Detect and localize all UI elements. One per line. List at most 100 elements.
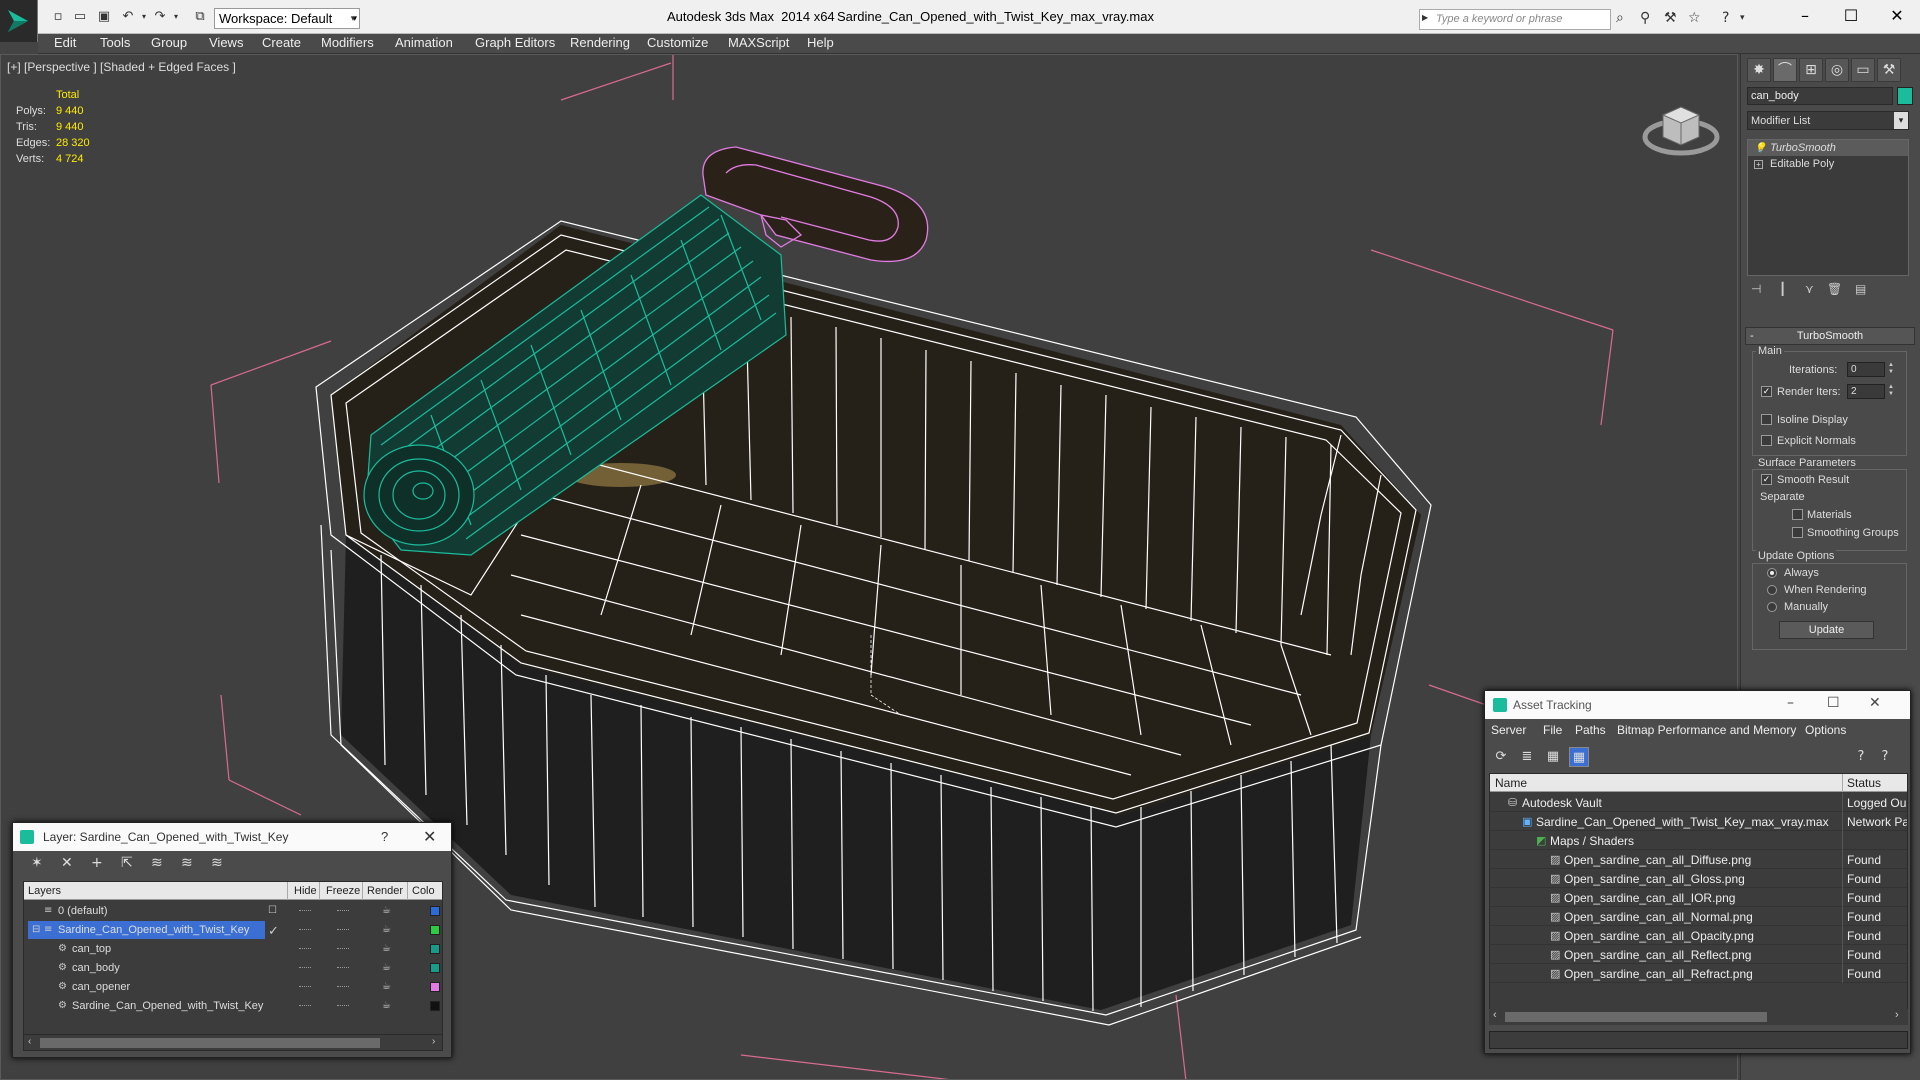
- spinner-arrows-icon[interactable]: ▲ ▼: [1886, 362, 1896, 377]
- workspace-menu-icon[interactable]: ▾: [346, 8, 360, 29]
- scroll-thumb[interactable]: [40, 1038, 380, 1048]
- freeze-toggle[interactable]: [337, 910, 349, 911]
- scroll-left-icon[interactable]: ‹: [1493, 1009, 1497, 1021]
- freeze-toggle[interactable]: [337, 929, 349, 930]
- utilities-tab-icon[interactable]: ⚒: [1877, 58, 1901, 82]
- redo-dropdown-icon[interactable]: ▾: [168, 10, 184, 24]
- menu-graph-editors[interactable]: Graph Editors: [475, 35, 555, 50]
- manually-radio[interactable]: [1767, 602, 1777, 612]
- expand-plus-icon[interactable]: +: [1754, 160, 1763, 169]
- collapse-icon[interactable]: ⊟: [32, 924, 40, 935]
- menu-modifiers[interactable]: Modifiers: [321, 35, 374, 50]
- layer-row-can-top[interactable]: ⚙ can_top ☕: [24, 940, 442, 959]
- hide-toggle[interactable]: [299, 910, 311, 911]
- menu-file[interactable]: File: [1543, 723, 1562, 737]
- maximize-icon[interactable]: ☐: [1827, 695, 1840, 711]
- always-radio[interactable]: [1767, 568, 1777, 578]
- freeze-toggle[interactable]: [337, 967, 349, 968]
- render-iters-checkbox[interactable]: ✓: [1761, 386, 1772, 397]
- col-status[interactable]: Status: [1847, 776, 1881, 790]
- create-layer-icon[interactable]: ✶: [31, 855, 43, 871]
- menu-rendering[interactable]: Rendering: [570, 35, 630, 50]
- active-layer-box-icon[interactable]: ☐: [268, 905, 277, 916]
- materials-checkbox[interactable]: [1792, 509, 1803, 520]
- scroll-left-icon[interactable]: ‹: [28, 1036, 31, 1047]
- list-view-icon[interactable]: ≣: [1517, 747, 1537, 767]
- favorites-star-icon[interactable]: ☆: [1688, 11, 1701, 25]
- hide-toggle[interactable]: [299, 986, 311, 987]
- menu-server[interactable]: Server: [1491, 723, 1526, 737]
- smooth-result-checkbox[interactable]: ✓: [1761, 474, 1772, 485]
- refresh-icon[interactable]: ⟳: [1491, 747, 1511, 767]
- help-dropdown-icon[interactable]: ▾: [1740, 11, 1745, 25]
- scroll-right-icon[interactable]: ›: [432, 1036, 435, 1047]
- active-layer-check-icon[interactable]: ✓: [268, 924, 279, 939]
- create-tab-icon[interactable]: ✸: [1747, 58, 1771, 82]
- project-folder-icon[interactable]: ⧉: [192, 10, 208, 24]
- update-button[interactable]: Update: [1779, 621, 1874, 639]
- open-file-icon[interactable]: ▭: [72, 10, 88, 24]
- asset-row-texture[interactable]: ▨ Open_sardine_can_all_IOR.png Found: [1490, 888, 1907, 907]
- hide-all-icon[interactable]: ≋: [181, 855, 193, 871]
- explicit-normals-checkbox[interactable]: [1761, 435, 1772, 446]
- minimize-icon[interactable]: –: [1782, 2, 1828, 30]
- modifier-list-dropdown[interactable]: Modifier List ▾: [1747, 111, 1909, 130]
- layer-color-swatch[interactable]: [430, 906, 440, 916]
- motion-tab-icon[interactable]: ◎: [1825, 58, 1849, 82]
- menu-tools[interactable]: Tools: [100, 35, 130, 50]
- search-expand-icon[interactable]: ▶: [1422, 13, 1428, 22]
- scroll-thumb[interactable]: [1505, 1012, 1767, 1022]
- hide-toggle[interactable]: [299, 1005, 311, 1006]
- asset-row-texture[interactable]: ▨ Open_sardine_can_all_Opacity.png Found: [1490, 926, 1907, 945]
- binoculars-icon[interactable]: ⌕: [1616, 11, 1624, 25]
- pin-stack-icon[interactable]: ⊣: [1751, 282, 1761, 296]
- menu-animation[interactable]: Animation: [395, 35, 453, 50]
- menu-customize[interactable]: Customize: [647, 35, 708, 50]
- new-file-icon[interactable]: ▫: [50, 10, 66, 24]
- asset-row-texture[interactable]: ▨ Open_sardine_can_all_Refract.png Found: [1490, 964, 1907, 983]
- render-teapot-icon[interactable]: ☕: [382, 962, 391, 973]
- minimize-icon[interactable]: –: [1787, 695, 1794, 711]
- object-color-swatch[interactable]: [1897, 87, 1913, 105]
- help-icon[interactable]: ?: [1851, 747, 1871, 767]
- asset-horizontal-scrollbar[interactable]: ‹ ›: [1489, 1009, 1908, 1025]
- stack-item-editable-poly[interactable]: + Editable Poly: [1748, 156, 1908, 172]
- undo-icon[interactable]: ↶: [120, 10, 136, 24]
- hierarchy-tab-icon[interactable]: ⊞: [1799, 58, 1823, 82]
- close-icon[interactable]: ✕: [1874, 2, 1920, 30]
- asset-row-maps[interactable]: ◩ Maps / Shaders: [1490, 831, 1907, 850]
- grid-view-icon[interactable]: ▦: [1569, 747, 1589, 767]
- smoothing-groups-checkbox[interactable]: [1792, 527, 1803, 538]
- menu-options[interactable]: Options: [1805, 723, 1846, 737]
- render-teapot-icon[interactable]: ☕: [382, 924, 391, 935]
- menu-edit[interactable]: Edit: [54, 35, 76, 50]
- layer-row-can-body[interactable]: ⚙ can_body ☕: [24, 959, 442, 978]
- freeze-all-icon[interactable]: ≋: [211, 855, 223, 871]
- display-tab-icon[interactable]: ▭: [1851, 58, 1875, 82]
- configure-sets-icon[interactable]: ▤: [1855, 282, 1866, 296]
- layer-color-swatch[interactable]: [430, 944, 440, 954]
- workspace-dropdown[interactable]: Workspace: Default ▾: [214, 8, 360, 29]
- add-to-layer-icon[interactable]: +: [91, 855, 103, 871]
- isoline-checkbox[interactable]: [1761, 414, 1772, 425]
- layer-row-default[interactable]: ≡ 0 (default) ☐ ☕: [24, 902, 442, 921]
- col-layers[interactable]: Layers: [28, 885, 61, 897]
- menu-paths[interactable]: Paths: [1575, 723, 1606, 737]
- select-objects-icon[interactable]: ⇱: [121, 855, 133, 871]
- undo-dropdown-icon[interactable]: ▾: [136, 10, 152, 24]
- stack-item-turbosmooth[interactable]: 💡 TurboSmooth: [1748, 140, 1908, 156]
- lightbulb-icon[interactable]: 💡: [1754, 141, 1766, 157]
- spinner-arrows-icon[interactable]: ▲ ▼: [1886, 384, 1896, 399]
- communication-icon[interactable]: ⚒: [1664, 11, 1677, 25]
- freeze-toggle[interactable]: [337, 986, 349, 987]
- asset-row-vault[interactable]: ⛁ Autodesk Vault Logged Ou: [1490, 793, 1907, 812]
- close-icon[interactable]: ✕: [1869, 695, 1881, 711]
- when-rendering-radio[interactable]: [1767, 585, 1777, 595]
- render-teapot-icon[interactable]: ☕: [382, 1000, 391, 1011]
- render-iters-spinner[interactable]: 2: [1847, 384, 1885, 399]
- menu-bitmap-performance[interactable]: Bitmap Performance and Memory: [1617, 723, 1796, 737]
- menu-maxscript[interactable]: MAXScript: [728, 35, 789, 50]
- remove-modifier-icon[interactable]: 🗑: [1827, 282, 1842, 296]
- col-name[interactable]: Name: [1495, 776, 1527, 790]
- asset-row-texture[interactable]: ▨ Open_sardine_can_all_Gloss.png Found: [1490, 869, 1907, 888]
